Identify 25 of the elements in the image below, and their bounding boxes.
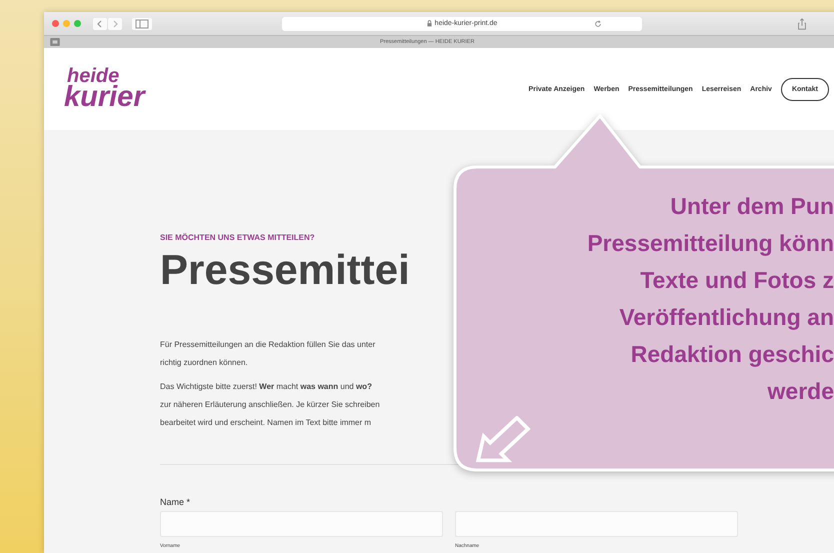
callout-text-line: Veröffentlichung an	[619, 303, 834, 332]
paragraph-line: richtig zuordnen können.	[160, 357, 248, 369]
paragraph-line: zur näheren Erläuterung anschließen. Je kürzer Sie schreiben	[160, 399, 380, 411]
sidebar-icon[interactable]	[132, 18, 152, 30]
callout-text-line: Redaktion geschic	[630, 340, 834, 369]
lock-icon	[426, 20, 432, 27]
back-icon[interactable]	[93, 18, 107, 30]
share-icon[interactable]	[796, 18, 808, 30]
callout-text-line: Texte und Fotos z	[640, 266, 834, 295]
section-eyebrow: SIE MÖCHTEN UNS ETWAS MITTEILEN?	[160, 233, 315, 242]
callout-text-line: werde	[768, 377, 834, 406]
reload-icon[interactable]	[594, 20, 602, 28]
field-label: Name *	[160, 497, 190, 507]
forward-icon[interactable]	[108, 18, 122, 30]
paragraph-line: Für Pressemitteilungen an die Redaktion füllen Sie das unter	[160, 339, 376, 351]
page-heading: Pressemittei	[160, 248, 410, 292]
paragraph-line: bearbeitet wird und erscheint. Namen im Text bitte immer m	[160, 417, 372, 429]
paragraph-line: Das Wichtigste bitte zuerst! Wer macht was wann und wo?	[160, 381, 372, 393]
maximize-window-button[interactable]	[74, 20, 81, 27]
minimize-window-button[interactable]	[63, 20, 70, 27]
site-logo[interactable]: heide kurier	[64, 68, 145, 110]
callout-text-line: Pressemitteilung könn	[587, 229, 834, 258]
callout-text-line: Unter dem Pun	[670, 192, 834, 221]
tab-overview-icon[interactable]	[50, 38, 60, 46]
close-window-button[interactable]	[52, 20, 59, 27]
